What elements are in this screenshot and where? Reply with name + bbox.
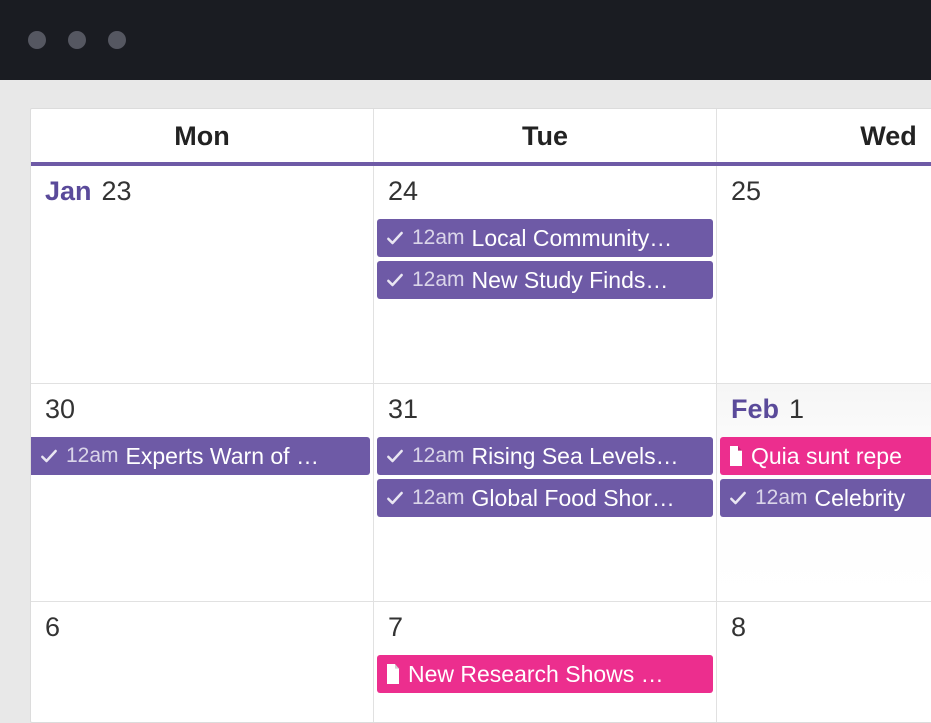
check-icon (385, 228, 405, 248)
day-number: 24 (388, 176, 418, 207)
traffic-light-close[interactable] (28, 31, 46, 49)
check-icon (385, 488, 405, 508)
event-list: 12am Rising Sea Levels… 12am Global Food… (374, 437, 716, 517)
date-label: Feb 1 (717, 394, 931, 437)
traffic-light-zoom[interactable] (108, 31, 126, 49)
document-icon (385, 664, 401, 684)
event-title: Global Food Shor… (472, 485, 675, 512)
event-time: 12am (412, 444, 465, 468)
check-icon (39, 446, 59, 466)
event-time: 12am (412, 268, 465, 292)
calendar-container: Mon Tue Wed Jan 23 24 12am L (0, 80, 931, 723)
check-icon (728, 488, 748, 508)
event-title: Rising Sea Levels… (472, 443, 679, 470)
day-cell[interactable]: Feb 1 Quia sunt repe 12am Celebrity (717, 384, 931, 601)
event-title: New Research Shows … (408, 661, 664, 688)
day-cell[interactable]: 31 12am Rising Sea Levels… 12am Global F… (374, 384, 717, 601)
event-time: 12am (755, 486, 808, 510)
event-time: 12am (412, 226, 465, 250)
event-list: Quia sunt repe 12am Celebrity (717, 437, 931, 517)
day-cell[interactable]: 8 (717, 602, 931, 722)
date-label: 6 (31, 612, 373, 655)
event-title: New Study Finds… (472, 267, 669, 294)
calendar-event[interactable]: 12am Celebrity (720, 479, 931, 517)
day-cell[interactable]: Jan 23 (31, 166, 374, 383)
event-list: 12am Local Community… 12am New Study Fin… (374, 219, 716, 299)
day-cell[interactable]: 25 (717, 166, 931, 383)
date-label: Jan 23 (31, 176, 373, 219)
weekday-header-wed: Wed (717, 109, 931, 162)
day-cell[interactable]: 30 12am Experts Warn of … (31, 384, 374, 601)
event-list: 12am Experts Warn of … (31, 437, 373, 475)
event-time: 12am (66, 444, 119, 468)
day-cell[interactable]: 6 (31, 602, 374, 722)
month-abbr: Jan (45, 176, 92, 207)
date-label: 31 (374, 394, 716, 437)
calendar-event[interactable]: 12am New Study Finds… (377, 261, 713, 299)
date-label: 24 (374, 176, 716, 219)
day-cell[interactable]: 24 12am Local Community… 12am New Study … (374, 166, 717, 383)
day-number: 8 (731, 612, 746, 643)
calendar-week-row: 30 12am Experts Warn of … 31 (31, 384, 931, 602)
date-label: 30 (31, 394, 373, 437)
date-label: 25 (717, 176, 931, 219)
date-label: 7 (374, 612, 716, 655)
day-number: 30 (45, 394, 75, 425)
document-icon (728, 446, 744, 466)
calendar-event[interactable]: Quia sunt repe (720, 437, 931, 475)
day-number: 25 (731, 176, 761, 207)
window-titlebar (0, 0, 931, 80)
event-time: 12am (412, 486, 465, 510)
calendar-event[interactable]: 12am Local Community… (377, 219, 713, 257)
day-number: 1 (789, 394, 804, 425)
day-number: 23 (102, 176, 132, 207)
calendar-event[interactable]: 12am Global Food Shor… (377, 479, 713, 517)
calendar-week-row: Jan 23 24 12am Local Community… 12a (31, 166, 931, 384)
check-icon (385, 270, 405, 290)
day-number: 6 (45, 612, 60, 643)
event-title: Quia sunt repe (751, 443, 902, 470)
event-title: Local Community… (472, 225, 673, 252)
day-cell[interactable]: 7 New Research Shows … (374, 602, 717, 722)
day-number: 31 (388, 394, 418, 425)
day-number: 7 (388, 612, 403, 643)
date-label: 8 (717, 612, 931, 655)
weekday-header-mon: Mon (31, 109, 374, 162)
calendar-event[interactable]: 12am Experts Warn of … (31, 437, 370, 475)
traffic-light-minimize[interactable] (68, 31, 86, 49)
calendar-week-row: 6 7 New Research Shows … 8 (31, 602, 931, 722)
check-icon (385, 446, 405, 466)
event-list: New Research Shows … (374, 655, 716, 693)
weekday-header-row: Mon Tue Wed (31, 109, 931, 166)
weekday-header-tue: Tue (374, 109, 717, 162)
event-title: Experts Warn of … (126, 443, 319, 470)
calendar-event[interactable]: New Research Shows … (377, 655, 713, 693)
month-abbr: Feb (731, 394, 779, 425)
calendar-grid: Mon Tue Wed Jan 23 24 12am L (30, 108, 931, 723)
event-title: Celebrity (815, 485, 906, 512)
calendar-event[interactable]: 12am Rising Sea Levels… (377, 437, 713, 475)
